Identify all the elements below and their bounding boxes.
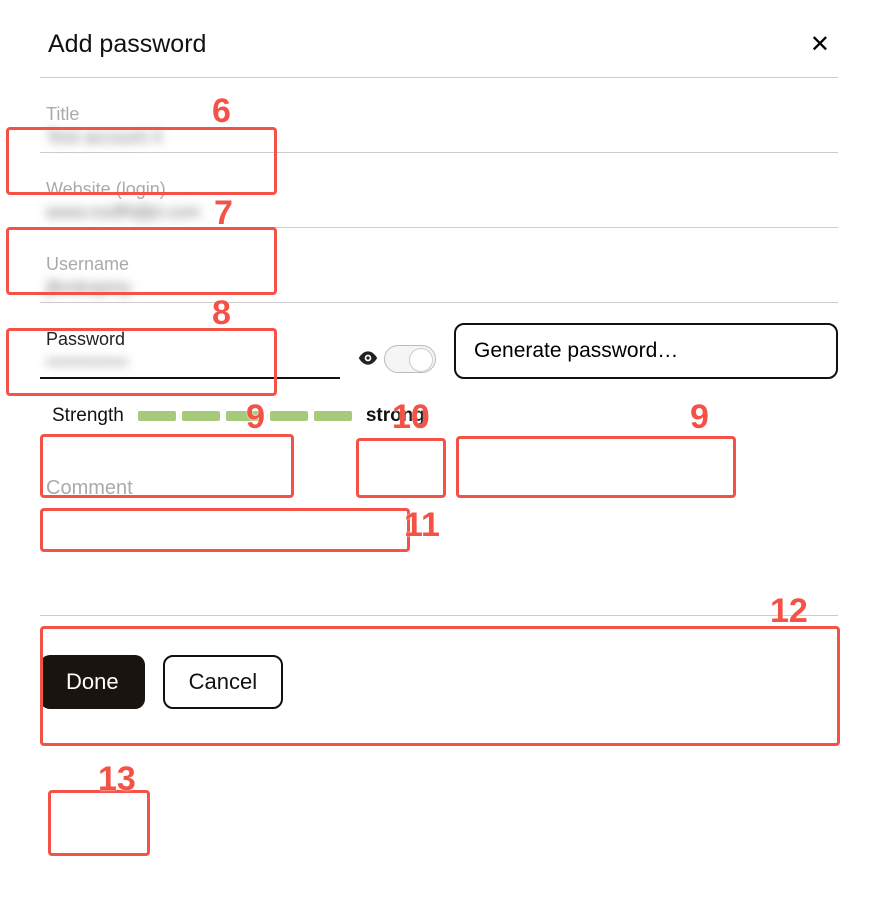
website-label: Website (login) — [46, 179, 838, 200]
title-label: Title — [46, 104, 838, 125]
strength-indicator: Strength strong — [40, 397, 838, 435]
done-button[interactable]: Done — [40, 655, 145, 709]
username-value: jlkmkopmy — [46, 277, 131, 298]
reveal-password-toggle[interactable] — [358, 345, 436, 379]
password-row: Password ••••••••••••• Generate password… — [40, 323, 838, 379]
strength-bar — [138, 411, 176, 421]
title-field[interactable]: Title Test account 4 — [40, 104, 838, 153]
username-field[interactable]: Username jlkmkopmy — [40, 254, 838, 303]
comment-textarea[interactable] — [40, 506, 838, 616]
strength-value: strong — [366, 405, 425, 427]
website-field[interactable]: Website (login) www.nodfhljfjd.com — [40, 179, 838, 228]
strength-bar — [226, 411, 264, 421]
password-label: Password — [46, 329, 340, 350]
password-value: ••••••••••••• — [46, 352, 128, 373]
add-password-dialog: Add password ✕ Title Test account 4 Webs… — [0, 0, 878, 749]
dialog-header: Add password ✕ — [40, 20, 838, 78]
comment-label: Comment — [46, 477, 838, 500]
strength-bar — [314, 411, 352, 421]
strength-bars — [138, 411, 352, 421]
dialog-actions: Done Cancel — [40, 655, 838, 709]
toggle-switch[interactable] — [384, 345, 436, 373]
cancel-button[interactable]: Cancel — [163, 655, 283, 709]
strength-bar — [270, 411, 308, 421]
comment-field-block: Comment — [40, 477, 838, 621]
strength-label: Strength — [52, 405, 124, 427]
username-label: Username — [46, 254, 838, 275]
annotation-number-13: 13 — [98, 760, 136, 799]
close-icon[interactable]: ✕ — [810, 33, 830, 57]
strength-bar — [182, 411, 220, 421]
password-field[interactable]: Password ••••••••••••• — [40, 329, 340, 379]
eye-icon — [358, 349, 378, 370]
website-value: www.nodfhljfjd.com — [46, 202, 200, 223]
annotation-box-13 — [48, 790, 150, 856]
generate-password-button[interactable]: Generate password… — [454, 323, 838, 379]
title-value: Test account 4 — [46, 127, 162, 148]
dialog-title: Add password — [48, 30, 206, 59]
